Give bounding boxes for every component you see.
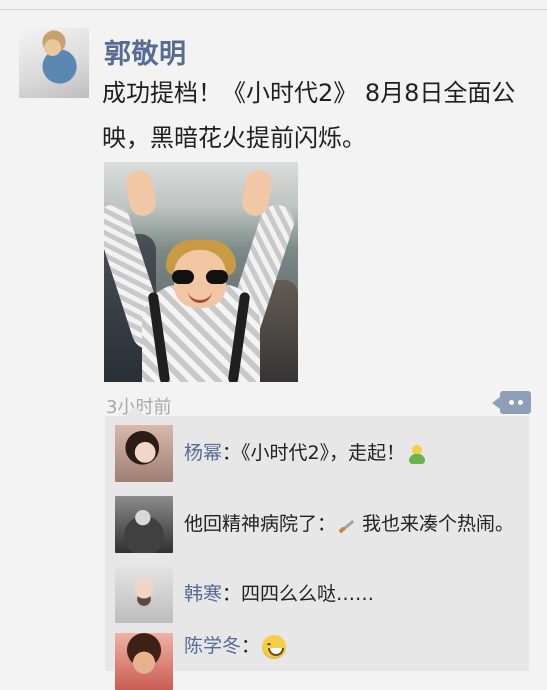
comment-content: ：《小时代2》，走起！ xyxy=(222,442,406,464)
laugh-emoji-icon xyxy=(262,634,287,659)
commenter-avatar-chen-xuedong[interactable] xyxy=(115,633,173,690)
commenter-name[interactable]: 陈学冬 xyxy=(184,635,241,657)
comment-item: 陈学冬： xyxy=(105,624,529,690)
sunglasses-icon xyxy=(172,270,228,286)
author-name[interactable]: 郭敬明 xyxy=(104,32,187,71)
comment-text: 陈学冬： xyxy=(184,634,519,659)
post-photo[interactable] xyxy=(104,162,298,382)
comment-item: 韩寒：四四么么哒…… xyxy=(105,557,529,625)
commenter-avatar-yang-mi[interactable] xyxy=(115,425,173,482)
comment-item: 杨幂：《小时代2》，走起！ xyxy=(105,416,529,484)
comment-item: 他回精神病院了： 我也来凑个热闹。 xyxy=(105,487,529,555)
comment-text: 杨幂：《小时代2》，走起！ xyxy=(184,441,519,465)
author-avatar-image xyxy=(19,28,89,98)
moment-post: 郭敬明 成功提档！《小时代2》 8月8日全面公映，黑暗花火提前闪烁。 3小时前 … xyxy=(0,0,547,690)
knife-emoji-icon xyxy=(338,516,356,534)
comment-content: ： xyxy=(241,635,261,657)
comments-panel: 杨幂：《小时代2》，走起！ 他回精神病院了： 我也来凑个热闹。 韩寒：四四么么哒… xyxy=(105,406,529,690)
commenter-name[interactable]: 杨幂 xyxy=(184,442,222,464)
comment-text: 韩寒：四四么么哒…… xyxy=(184,582,519,606)
comment-text: 他回精神病院了： 我也来凑个热闹。 xyxy=(184,512,519,536)
comment-suffix: 我也来凑个热闹。 xyxy=(356,513,515,535)
commenter-avatar-unknown[interactable] xyxy=(115,496,173,553)
comment-content: 他回精神病院了： xyxy=(184,513,337,535)
comment-content: ：四四么么哒…… xyxy=(222,583,375,605)
green-person-emoji-icon xyxy=(407,444,426,464)
commenter-name[interactable]: 韩寒 xyxy=(184,583,222,605)
comment-menu-button[interactable] xyxy=(492,391,531,414)
author-avatar[interactable] xyxy=(19,28,89,98)
post-text: 成功提档！《小时代2》 8月8日全面公映，黑暗花火提前闪烁。 xyxy=(102,79,516,152)
commenter-avatar-han-han[interactable] xyxy=(115,566,173,623)
